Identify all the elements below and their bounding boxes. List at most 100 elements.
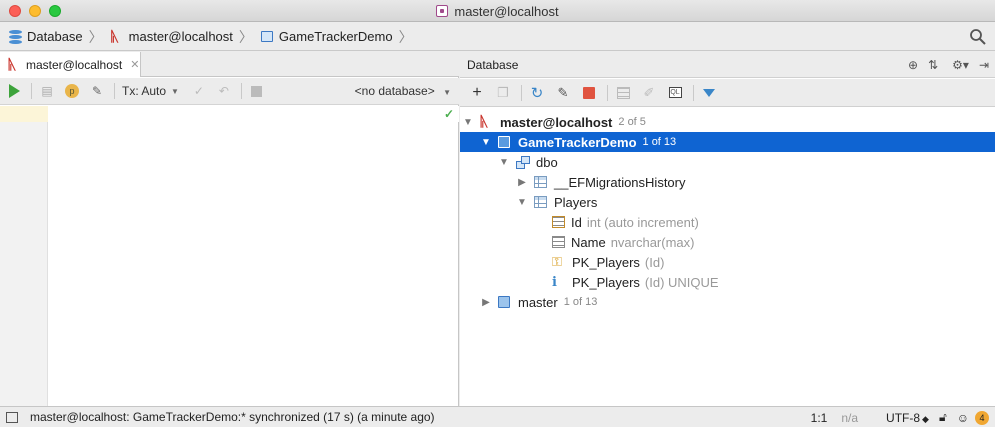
stop-icon bbox=[251, 85, 263, 97]
tree-node-connection[interactable]: ▼ ᚣ master@localhost 2 of 5 bbox=[460, 112, 995, 132]
filter-button[interactable] bbox=[701, 85, 717, 101]
chevron-down-icon[interactable]: ▼ bbox=[171, 87, 179, 96]
collapse-icon[interactable]: ⇅ bbox=[928, 58, 938, 72]
undo-icon: ↶ bbox=[218, 84, 229, 98]
wrench-icon: ✎ bbox=[91, 84, 103, 98]
tree-node-gametrackerdemo[interactable]: ▼ GameTrackerDemo 1 of 13 bbox=[460, 132, 995, 152]
database-icon bbox=[9, 29, 22, 44]
gear-icon[interactable]: ⚙▾ bbox=[952, 58, 969, 72]
table-editor-button[interactable] bbox=[615, 85, 631, 101]
caret-position[interactable]: 1:1 bbox=[811, 411, 828, 425]
tab-console[interactable]: ᚣ master@localhost ✕ bbox=[0, 52, 141, 77]
database-tree: ▼ ᚣ master@localhost 2 of 5 ▼ GameTracke… bbox=[460, 112, 995, 312]
window-title: master@localhost bbox=[0, 4, 995, 19]
tree-node-dbo[interactable]: ▼ dbo bbox=[460, 152, 995, 172]
index-icon: i bbox=[552, 274, 557, 290]
chevron-right-icon: 〉 bbox=[88, 28, 103, 45]
tree-node-efmigrationshistory[interactable]: ▶ __EFMigrationsHistory bbox=[460, 172, 995, 192]
database-schema-icon bbox=[498, 136, 510, 148]
line-separator[interactable]: n/a bbox=[841, 411, 858, 425]
refresh-button[interactable]: ↻ bbox=[529, 84, 545, 102]
copy-button[interactable]: ❐ bbox=[495, 85, 511, 101]
commit-button[interactable]: ✓ bbox=[191, 83, 207, 99]
rollback-button[interactable]: ↶ bbox=[216, 83, 232, 99]
collapse-arrow-icon[interactable]: ▶ bbox=[516, 177, 528, 188]
panel-header-actions: ⊕ ⇅ ⚙▾ ⇥ bbox=[898, 58, 989, 72]
breadcrumb-item-database[interactable]: Database 〉 bbox=[9, 27, 107, 47]
column-icon bbox=[552, 236, 565, 248]
editor-tab-strip: ᚣ master@localhost ✕ bbox=[0, 52, 459, 77]
add-button[interactable]: + bbox=[469, 83, 485, 101]
expand-arrow-icon[interactable]: ▼ bbox=[498, 157, 510, 168]
status-widgets: 1:1 n/a UTF-8 ◆ 🔓︎ ☺ 4 bbox=[797, 410, 989, 425]
tree-node-master[interactable]: ▶ master 1 of 13 bbox=[460, 292, 995, 312]
transaction-mode-select[interactable]: Tx: Auto bbox=[122, 84, 166, 98]
mssql-icon: ᚣ bbox=[8, 56, 17, 73]
plus-icon: + bbox=[472, 83, 482, 101]
inspector-icon[interactable]: ☺ bbox=[957, 411, 969, 425]
schema-icon bbox=[516, 156, 530, 169]
tool-windows-toggle-icon[interactable] bbox=[6, 411, 18, 423]
primary-key-column-icon bbox=[552, 216, 565, 228]
stop-icon bbox=[583, 86, 595, 99]
tree-node-primary-key[interactable]: ⚿ PK_Players (Id) bbox=[460, 252, 995, 272]
expand-arrow-icon[interactable]: ▼ bbox=[462, 117, 474, 128]
close-icon[interactable]: ✕ bbox=[130, 58, 139, 71]
play-icon bbox=[8, 84, 20, 98]
database-selector[interactable]: <no database> ▼ bbox=[355, 84, 451, 98]
database-toolbar: + ❐ ↻ ✎ ✐ QL bbox=[460, 79, 995, 107]
lock-icon[interactable]: 🔓︎ bbox=[939, 410, 947, 425]
tree-node-players[interactable]: ▼ Players bbox=[460, 192, 995, 212]
check-icon: ✓ bbox=[193, 84, 204, 98]
editor-toolbar: ▤ p ✎ Tx: Auto ▼ ✓ ↶ <no database> ▼ bbox=[0, 78, 459, 105]
toolbar-divider bbox=[240, 83, 242, 99]
title-bar: master@localhost bbox=[0, 0, 995, 22]
properties-button[interactable]: ✎ bbox=[555, 85, 571, 101]
breadcrumb: Database 〉 ᚣ master@localhost 〉 GameTrac… bbox=[0, 23, 995, 51]
chevron-right-icon: 〉 bbox=[398, 28, 413, 45]
toolbar-divider bbox=[521, 84, 522, 101]
chevron-down-icon: ▼ bbox=[443, 88, 451, 97]
edit-source-button[interactable]: ✐ bbox=[641, 85, 657, 101]
stop-button[interactable] bbox=[581, 85, 597, 101]
filter-icon bbox=[703, 88, 715, 97]
expand-arrow-icon[interactable]: ▼ bbox=[516, 197, 528, 208]
collapse-arrow-icon[interactable]: ▶ bbox=[480, 297, 492, 308]
tree-node-index[interactable]: i PK_Players (Id) UNIQUE bbox=[460, 272, 995, 292]
app-icon bbox=[436, 5, 449, 17]
breadcrumb-item-connection[interactable]: ᚣ master@localhost 〉 bbox=[111, 27, 257, 47]
parameters-button[interactable]: p bbox=[64, 83, 80, 99]
file-encoding[interactable]: UTF-8 ◆ bbox=[872, 411, 929, 425]
toolbar-divider bbox=[114, 83, 115, 99]
toolbar-divider bbox=[31, 83, 32, 99]
pencil-icon: ✐ bbox=[643, 84, 655, 100]
crosshair-icon[interactable]: ⊕ bbox=[908, 58, 918, 72]
notifications-badge[interactable]: 4 bbox=[975, 410, 989, 425]
panel-title: Database bbox=[467, 57, 519, 72]
breadcrumb-item-schema[interactable]: GameTrackerDemo 〉 bbox=[260, 27, 417, 47]
tree-node-column-id[interactable]: Id int (auto increment) bbox=[460, 212, 995, 232]
explain-plan-button[interactable]: ▤ bbox=[39, 83, 55, 99]
mssql-icon: ᚣ bbox=[110, 28, 120, 45]
database-schema-icon bbox=[498, 296, 510, 308]
console-icon: QL bbox=[668, 87, 682, 98]
database-tool-window: Database ⊕ ⇅ ⚙▾ ⇥ + ❐ ↻ ✎ ✐ QL ▼ ᚣ maste… bbox=[460, 52, 995, 406]
editor-text-area[interactable] bbox=[49, 106, 459, 122]
stop-button[interactable] bbox=[249, 83, 265, 99]
hide-panel-icon[interactable]: ⇥ bbox=[979, 58, 989, 72]
chevron-down-icon: ◆ bbox=[922, 413, 929, 424]
refresh-icon: ↻ bbox=[530, 84, 544, 102]
settings-button[interactable]: ✎ bbox=[89, 83, 105, 99]
search-icon[interactable] bbox=[969, 28, 987, 46]
wrench-icon: ✎ bbox=[557, 84, 569, 100]
console-button[interactable]: QL bbox=[667, 85, 683, 101]
table-icon bbox=[534, 176, 547, 188]
database-panel-header: Database ⊕ ⇅ ⚙▾ ⇥ bbox=[460, 52, 995, 78]
toolbar-divider bbox=[607, 84, 608, 101]
tree-node-column-name[interactable]: Name nvarchar(max) bbox=[460, 232, 995, 252]
current-line-gutter bbox=[0, 106, 48, 122]
expand-arrow-icon[interactable]: ▼ bbox=[480, 137, 492, 148]
toolbar-divider bbox=[693, 84, 694, 101]
copy-icon: ❐ bbox=[497, 84, 509, 100]
run-button[interactable] bbox=[6, 83, 22, 99]
